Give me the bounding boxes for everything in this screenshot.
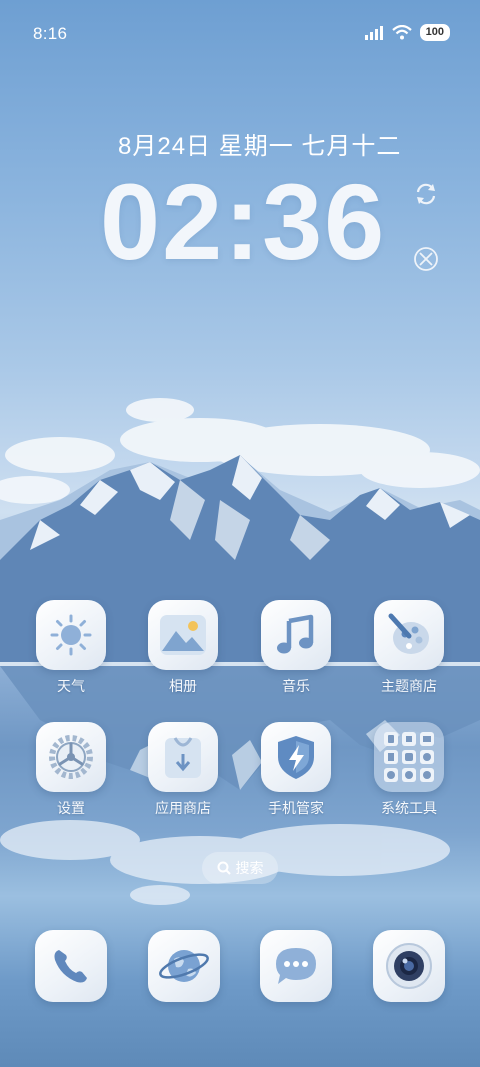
theme-palette-icon — [388, 613, 429, 654]
app-label-system-tools: 系统工具 — [381, 800, 437, 816]
message-icon — [276, 948, 316, 984]
status-bar: 8:16 100 — [0, 0, 480, 68]
signal-icon — [364, 25, 383, 40]
search-label: 搜索 — [235, 860, 264, 876]
status-icons: 100 — [364, 24, 450, 41]
security-shield-icon — [278, 736, 314, 779]
phone-icon — [54, 950, 87, 983]
app-settings[interactable]: 设置 — [26, 722, 116, 818]
date-label[interactable]: 8月24日 星期一 七月十二 — [118, 126, 401, 161]
app-phone-manager[interactable]: 手机管家 — [251, 722, 341, 818]
app-store-bag-icon — [165, 737, 201, 778]
dock-browser[interactable] — [148, 930, 220, 1002]
app-label-music: 音乐 — [282, 678, 310, 694]
weather-sun-icon — [50, 614, 92, 656]
clock-time[interactable]: 02:36 — [100, 162, 386, 282]
search-button[interactable]: 搜索 — [202, 852, 278, 884]
refresh-icon[interactable] — [412, 180, 440, 208]
folder-system-tools[interactable]: 系统工具 — [364, 722, 454, 818]
app-label-settings: 设置 — [57, 800, 85, 816]
app-gallery[interactable]: 相册 — [138, 600, 228, 696]
wifi-icon — [391, 25, 412, 40]
search-icon — [217, 861, 231, 875]
status-time: 8:16 — [33, 24, 68, 43]
dock-messages[interactable] — [260, 930, 332, 1002]
gallery-icon — [160, 615, 206, 655]
music-note-icon — [277, 614, 314, 654]
dock-camera[interactable] — [373, 930, 445, 1002]
app-weather[interactable]: 天气 — [26, 600, 116, 696]
app-music[interactable]: 音乐 — [251, 600, 341, 696]
app-app-store[interactable]: 应用商店 — [138, 722, 228, 818]
globe-icon — [159, 950, 209, 982]
system-tools-folder-icon — [384, 732, 434, 782]
app-label-app-store: 应用商店 — [155, 800, 211, 816]
close-circle-icon[interactable] — [412, 245, 440, 273]
app-label-gallery: 相册 — [169, 678, 197, 694]
app-label-theme-store: 主题商店 — [381, 678, 437, 694]
camera-icon — [386, 943, 432, 989]
app-theme-store[interactable]: 主题商店 — [364, 600, 454, 696]
app-label-phone-manager: 手机管家 — [268, 800, 324, 816]
dock-phone[interactable] — [35, 930, 107, 1002]
app-label-weather: 天气 — [57, 678, 85, 694]
battery-icon: 100 — [419, 24, 450, 41]
settings-gear-icon — [49, 735, 93, 779]
